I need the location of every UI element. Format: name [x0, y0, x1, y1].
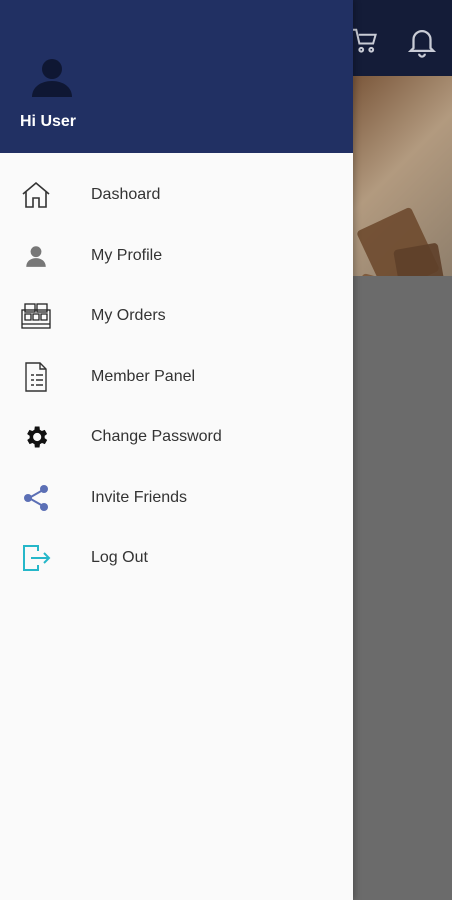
menu-item-log-out[interactable]: Log Out: [0, 528, 353, 589]
logout-icon: [20, 542, 52, 574]
notification-bell-icon[interactable]: [405, 24, 439, 58]
menu-label: Invite Friends: [91, 488, 188, 506]
drawer-menu: Dashoard My Profile My Orders Member Pan…: [0, 165, 353, 589]
drawer-header: Hi User: [0, 0, 353, 153]
menu-item-my-orders[interactable]: My Orders: [0, 286, 353, 347]
orders-icon: [20, 300, 52, 332]
menu-item-change-password[interactable]: Change Password: [0, 407, 353, 468]
home-icon: [20, 179, 52, 211]
menu-item-member-panel[interactable]: Member Panel: [0, 347, 353, 408]
person-icon: [20, 240, 52, 272]
menu-item-dashboard[interactable]: Dashoard: [0, 165, 353, 226]
user-avatar-icon: [32, 59, 72, 97]
gear-icon: [20, 421, 52, 453]
menu-label: Log Out: [91, 549, 148, 567]
user-greeting: Hi User: [20, 113, 77, 130]
menu-label: Change Password: [91, 428, 222, 446]
document-icon: [20, 361, 52, 393]
share-icon: [20, 482, 52, 514]
cart-icon[interactable]: [350, 26, 380, 56]
menu-label: Member Panel: [91, 367, 196, 385]
menu-item-my-profile[interactable]: My Profile: [0, 226, 353, 287]
navigation-drawer: Hi User Dashoard My Profile My Orders Me…: [0, 0, 353, 900]
menu-label: My Orders: [91, 307, 166, 325]
menu-label: My Profile: [91, 246, 163, 264]
menu-label: Dashoard: [91, 186, 161, 204]
menu-item-invite-friends[interactable]: Invite Friends: [0, 468, 353, 529]
